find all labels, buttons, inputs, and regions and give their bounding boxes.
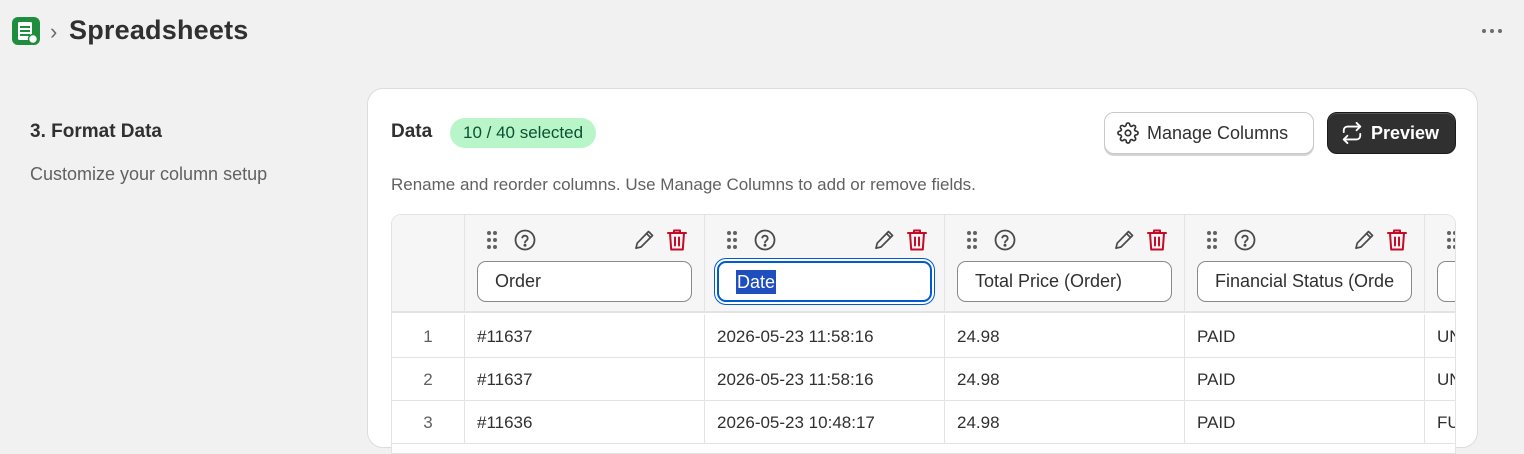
table-cell: 24.98 (945, 358, 1185, 401)
drag-handle-icon[interactable] (965, 230, 979, 250)
format-data-card: Data 10 / 40 selected Manage Columns Pre… (367, 88, 1478, 454)
manage-columns-button[interactable]: Manage Columns (1104, 112, 1314, 154)
table-row: 2 #11637 2026-05-23 11:58:16 24.98 PAID … (392, 358, 1455, 401)
column-header-row: Date (392, 215, 1455, 313)
pencil-icon[interactable] (1353, 229, 1375, 251)
row-number: 1 (392, 315, 465, 358)
card-label: Data (391, 121, 433, 142)
table-cell: 2026-05-23 11:58:16 (705, 315, 945, 358)
google-sheets-icon[interactable] (11, 16, 41, 46)
column-name-input[interactable] (1437, 261, 1455, 302)
top-bar: › Spreadsheets (0, 0, 1524, 64)
trash-icon[interactable] (666, 228, 688, 252)
table-cell: #11637 (465, 315, 705, 358)
manage-columns-label: Manage Columns (1147, 122, 1289, 143)
trash-icon[interactable] (906, 228, 928, 252)
more-horizontal-icon (1498, 29, 1502, 33)
refresh-icon (1342, 122, 1362, 144)
column-name-input[interactable] (477, 261, 692, 302)
table-cell: FULFILLED (1437, 413, 1455, 432)
grid-corner (392, 215, 465, 313)
more-actions-button[interactable] (1478, 20, 1506, 42)
table-cell: PAID (1185, 358, 1425, 401)
table-cell: 24.98 (945, 315, 1185, 358)
table-cell: PAID (1185, 315, 1425, 358)
column-header: Date (705, 215, 945, 313)
table-cell: #11637 (465, 358, 705, 401)
preview-button[interactable]: Preview (1327, 112, 1456, 154)
column-name-input[interactable] (957, 261, 1172, 302)
row-number: 2 (392, 358, 465, 401)
drag-handle-icon[interactable] (485, 230, 499, 250)
more-horizontal-icon (1490, 29, 1494, 33)
breadcrumb-separator: › (50, 19, 58, 44)
table-cell: PAID (1185, 401, 1425, 444)
section-title: 3. Format Data (30, 121, 162, 142)
more-horizontal-icon (1482, 29, 1486, 33)
pencil-icon[interactable] (1113, 229, 1135, 251)
selected-text: Date (736, 270, 777, 294)
page-title: Spreadsheets (69, 15, 249, 45)
question-circle-icon[interactable] (994, 229, 1016, 251)
column-header (465, 215, 705, 313)
table-row: 3 #11636 2026-05-23 10:48:17 24.98 PAID … (392, 401, 1455, 444)
table-cell: #11636 (465, 401, 705, 444)
drag-handle-icon[interactable] (725, 230, 739, 250)
column-header (1425, 215, 1456, 313)
column-name-input[interactable] (1197, 261, 1412, 302)
column-header (945, 215, 1185, 313)
table-cell: UNFULFILLED (1437, 327, 1455, 346)
gear-icon (1117, 122, 1139, 144)
card-help-text: Rename and reorder columns. Use Manage C… (391, 175, 976, 194)
columns-grid: Date 1 #1163 (391, 214, 1456, 454)
selected-count-badge: 10 / 40 selected (450, 118, 597, 148)
row-number: 3 (392, 401, 465, 444)
drag-handle-icon[interactable] (1445, 230, 1456, 250)
preview-label: Preview (1371, 122, 1440, 143)
table-cell: 2026-05-23 11:58:16 (705, 358, 945, 401)
question-circle-icon[interactable] (754, 229, 776, 251)
table-cell: UNFULFILLED (1437, 370, 1455, 389)
trash-icon[interactable] (1386, 228, 1408, 252)
question-circle-icon[interactable] (514, 229, 536, 251)
pencil-icon[interactable] (633, 229, 655, 251)
drag-handle-icon[interactable] (1205, 230, 1219, 250)
section-description: Customize your column setup (30, 164, 268, 184)
table-row: 1 #11637 2026-05-23 11:58:16 24.98 PAID … (392, 315, 1455, 358)
table-cell: 24.98 (945, 401, 1185, 444)
table-cell: 2026-05-23 10:48:17 (705, 401, 945, 444)
column-header (1185, 215, 1425, 313)
question-circle-icon[interactable] (1234, 229, 1256, 251)
trash-icon[interactable] (1146, 228, 1168, 252)
pencil-icon[interactable] (873, 229, 895, 251)
